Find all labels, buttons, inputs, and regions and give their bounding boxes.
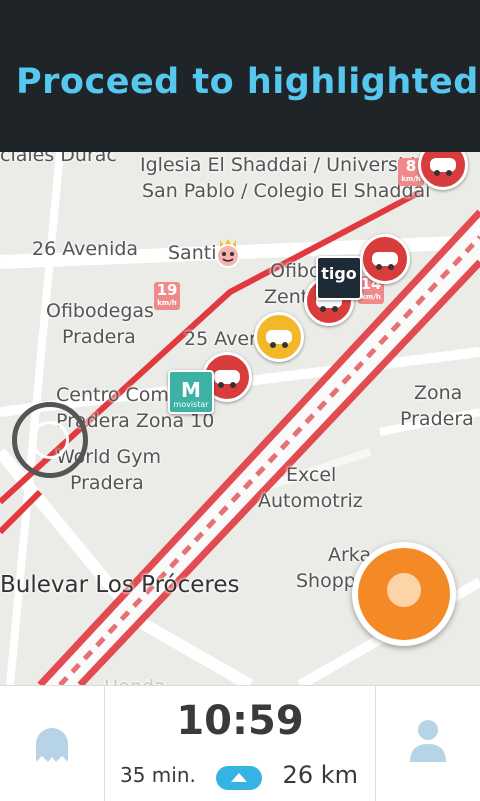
instruction-text: Proceed to highlighted	[16, 62, 479, 102]
eta-duration: 35 min.	[120, 763, 196, 787]
map-label: Santi	[168, 242, 217, 264]
street-label: Bulevar Los Próceres	[0, 572, 240, 598]
wazer-icon[interactable]	[212, 236, 244, 268]
map-label: Pradera	[70, 472, 144, 494]
traffic-jam-icon[interactable]	[360, 234, 410, 284]
profile-button[interactable]	[375, 686, 480, 801]
map-label: Honda	[104, 676, 166, 685]
instruction-banner[interactable]: Proceed to highlighted	[0, 0, 480, 152]
map-label: Pradera	[400, 408, 474, 430]
map-label: San Pablo / Colegio El Shaddai	[142, 180, 431, 202]
map-view[interactable]: ciales Durac Iglesia El Shaddai / Univer…	[0, 152, 480, 685]
map-label: Ofibodegas	[46, 300, 154, 322]
tigo-pin-icon[interactable]: tigo	[316, 256, 362, 300]
map-label: Ofibo	[270, 260, 321, 282]
eta-distance: 26 km	[282, 761, 358, 789]
map-label: Centro Come	[56, 384, 181, 406]
map-label: Iglesia El Shaddai / Universidad	[140, 154, 439, 176]
movistar-pin-icon[interactable]: M movistar	[168, 370, 214, 414]
speed-sign: 19 km/h	[154, 282, 180, 310]
traffic-jam-icon[interactable]	[254, 312, 304, 362]
map-label: 26 Avenida	[32, 238, 139, 260]
profile-icon	[410, 720, 446, 762]
map-label: Pradera	[62, 326, 136, 348]
map-label: ciales Durac	[0, 152, 117, 166]
map-label: Automotriz	[258, 490, 363, 512]
report-button-icon[interactable]	[352, 542, 456, 646]
map-label: 25 Aver	[184, 328, 257, 350]
map-label: Zent	[264, 286, 309, 308]
recenter-icon[interactable]	[12, 402, 88, 478]
report-bubble	[384, 570, 424, 610]
menu-button[interactable]	[0, 686, 105, 801]
eta-time[interactable]: 10:59	[104, 698, 376, 744]
menu-ghost-icon	[36, 728, 68, 762]
map-label: Excel	[286, 464, 337, 486]
expand-eta-button[interactable]	[216, 766, 262, 790]
map-label: Zona	[414, 382, 463, 404]
bottom-bar: 10:59 35 min. 26 km	[0, 685, 480, 801]
